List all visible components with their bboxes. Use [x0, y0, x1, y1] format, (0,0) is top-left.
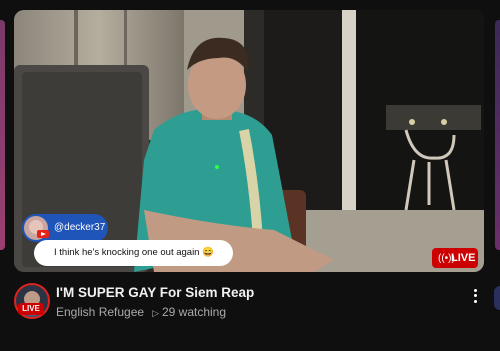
previous-card-edge[interactable]: [0, 20, 5, 250]
youtube-icon: [37, 230, 49, 238]
chat-author-pill[interactable]: @decker37: [22, 214, 108, 242]
live-badge: ((•)) LIVE: [432, 248, 478, 268]
live-badge-label: LIVE: [451, 252, 476, 264]
channel-name[interactable]: English Refugee: [56, 305, 144, 319]
next-card-edge[interactable]: [495, 20, 500, 250]
video-meta: English Refugee ▷ 29 watching: [56, 305, 226, 319]
next-card-avatar-edge: [494, 286, 500, 310]
channel-live-badge: LIVE: [18, 303, 44, 315]
chat-message-text: I think he's knocking one out again 😄: [54, 247, 214, 258]
watching-count: 29 watching: [161, 305, 227, 319]
more-options-icon[interactable]: [470, 287, 480, 305]
play-icon: ▷: [152, 308, 159, 318]
chat-username: @decker37: [54, 222, 106, 233]
video-title[interactable]: I'M SUPER GAY For Siem Reap: [56, 285, 254, 300]
chat-message-bubble: I think he's knocking one out again 😄: [34, 240, 233, 266]
